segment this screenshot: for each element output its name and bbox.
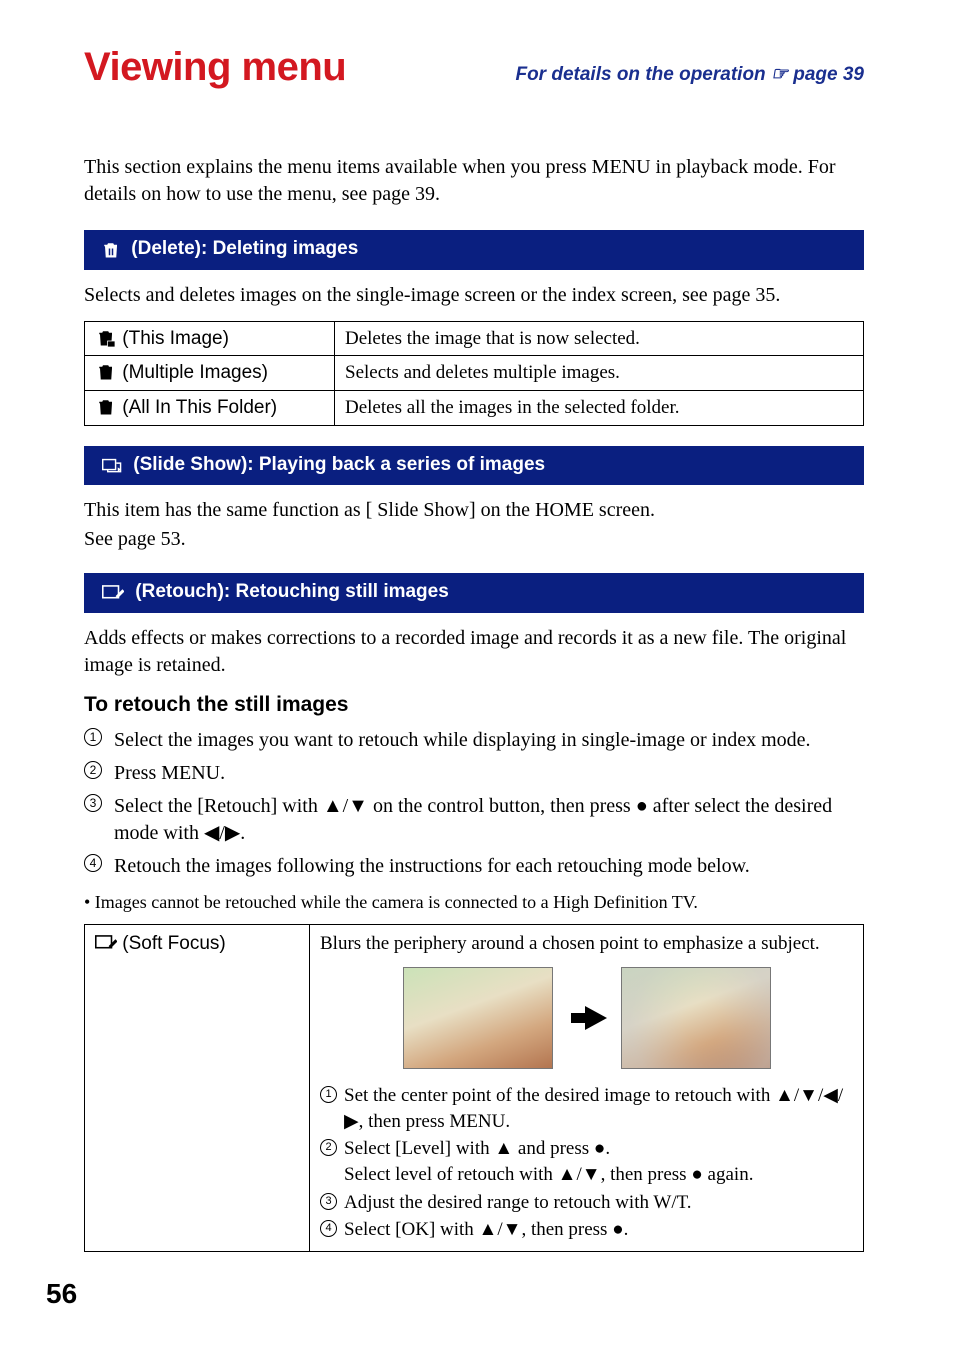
slideshow-bar-title: (Slide Show): Playing back a series of i… <box>128 454 545 475</box>
delete-desc: Selects and deletes images on the single… <box>84 282 864 309</box>
step-text: Select the [Retouch] with ▲/▼ on the con… <box>114 795 832 844</box>
table-row: (Multiple Images) Selects and deletes mu… <box>85 356 864 391</box>
opt-desc: Deletes all the images in the selected f… <box>335 390 864 425</box>
trash-this-icon <box>95 326 117 352</box>
step-text: Retouch the images following the instruc… <box>114 855 750 877</box>
step-text: Press MENU. <box>114 762 225 784</box>
step-text: Select [OK] with ▲/▼, then press ●. <box>344 1219 628 1240</box>
list-item: 2 Select [Level] with ▲ and press ●. Sele… <box>320 1136 853 1187</box>
retouch-mode-table: (Soft Focus) Blurs the periphery around … <box>84 924 864 1251</box>
softfocus-icon <box>95 933 117 954</box>
arrow-right-icon <box>567 1006 607 1030</box>
retouch-note: • Images cannot be retouched while the c… <box>84 890 864 914</box>
list-item: 3 Adjust the desired range to retouch wit… <box>320 1190 853 1216</box>
opt-desc: Selects and deletes multiple images. <box>335 356 864 391</box>
trash-folder-icon <box>95 395 117 421</box>
delete-options-table: (This Image) Deletes the image that is n… <box>84 321 864 426</box>
retouch-steps-list: 1 Select the images you want to retouch w… <box>84 727 864 880</box>
step-number-icon: 4 <box>84 854 102 872</box>
delete-bar-title: (Delete): Deleting images <box>126 238 358 259</box>
before-image <box>403 967 553 1069</box>
retouch-bar-title: (Retouch): Retouching still images <box>130 581 449 602</box>
intro-paragraph: This section explains the menu items ava… <box>84 154 864 208</box>
before-after-images <box>320 967 853 1069</box>
list-item: 2 Press MENU. <box>84 760 864 787</box>
slideshow-icon <box>102 454 122 480</box>
mode-inner-steps: 1 Set the center point of the desired ima… <box>320 1083 853 1243</box>
header-details-text: For details on the operation ☞ page 39 <box>515 64 864 85</box>
opt-label: (Multiple Images) <box>117 362 268 383</box>
step-number-icon: 4 <box>320 1220 337 1237</box>
step-text: Select the images you want to retouch wh… <box>114 729 811 751</box>
list-item: 1 Select the images you want to retouch w… <box>84 727 864 754</box>
slideshow-line2: See page 53. <box>84 526 864 553</box>
list-item: 3 Select the [Retouch] with ▲/▼ on the co… <box>84 793 864 847</box>
opt-desc: Deletes the image that is now selected. <box>335 321 864 356</box>
page-number: 56 <box>46 1275 77 1313</box>
table-row: (This Image) Deletes the image that is n… <box>85 321 864 356</box>
list-item: 1 Set the center point of the desired ima… <box>320 1083 853 1134</box>
mode-label-text: (Soft Focus) <box>117 933 226 954</box>
step-text: Adjust the desired range to retouch with… <box>344 1192 692 1213</box>
opt-label: (This Image) <box>117 328 229 349</box>
slideshow-line1: This item has the same function as [ Sli… <box>84 497 864 524</box>
trash-icon <box>102 238 120 264</box>
retouch-desc: Adds effects or makes corrections to a r… <box>84 625 864 679</box>
page-title: Viewing menu <box>84 40 346 94</box>
section-bar-retouch: (Retouch): Retouching still images <box>84 573 864 613</box>
table-row: (All In This Folder) Deletes all the ima… <box>85 390 864 425</box>
retouch-subheading: To retouch the still images <box>84 691 864 719</box>
mode-summary: Blurs the periphery around a chosen poin… <box>320 931 853 957</box>
opt-label: (All In This Folder) <box>117 397 277 418</box>
trash-multi-icon <box>95 360 117 386</box>
step-text: Select [Level] with ▲ and press ●. Selec… <box>344 1138 753 1185</box>
list-item: 4 Select [OK] with ▲/▼, then press ●. <box>320 1217 853 1243</box>
step-text: Set the center point of the desired imag… <box>344 1085 843 1132</box>
step-number-icon: 1 <box>320 1086 337 1103</box>
step-number-icon: 2 <box>320 1139 337 1156</box>
step-number-icon: 3 <box>84 794 102 812</box>
after-image <box>621 967 771 1069</box>
table-row: (Soft Focus) Blurs the periphery around … <box>85 925 864 1251</box>
section-bar-slideshow: (Slide Show): Playing back a series of i… <box>84 446 864 486</box>
step-number-icon: 1 <box>84 728 102 746</box>
retouch-icon <box>102 581 124 607</box>
step-number-icon: 2 <box>84 761 102 779</box>
step-number-icon: 3 <box>320 1193 337 1210</box>
section-bar-delete: (Delete): Deleting images <box>84 230 864 270</box>
list-item: 4 Retouch the images following the instru… <box>84 853 864 880</box>
header-details-link[interactable]: For details on the operation ☞ page 39 <box>515 62 864 88</box>
